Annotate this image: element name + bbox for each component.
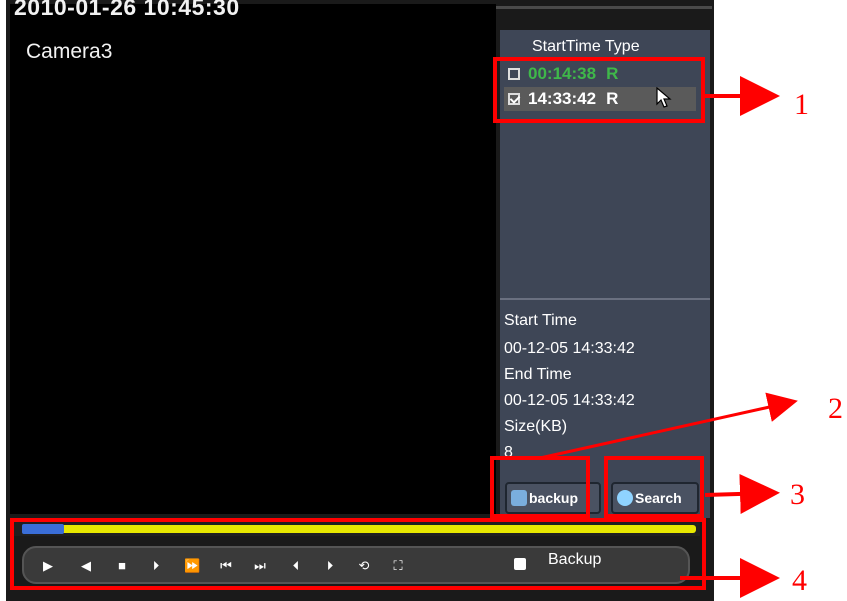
annotation-arrows <box>539 76 798 598</box>
annotation-label-3: 3 <box>790 478 805 511</box>
annotation-label-4: 4 <box>792 564 807 597</box>
annotation-label-1: 1 <box>794 88 809 121</box>
annotation-label-2: 2 <box>828 392 843 425</box>
